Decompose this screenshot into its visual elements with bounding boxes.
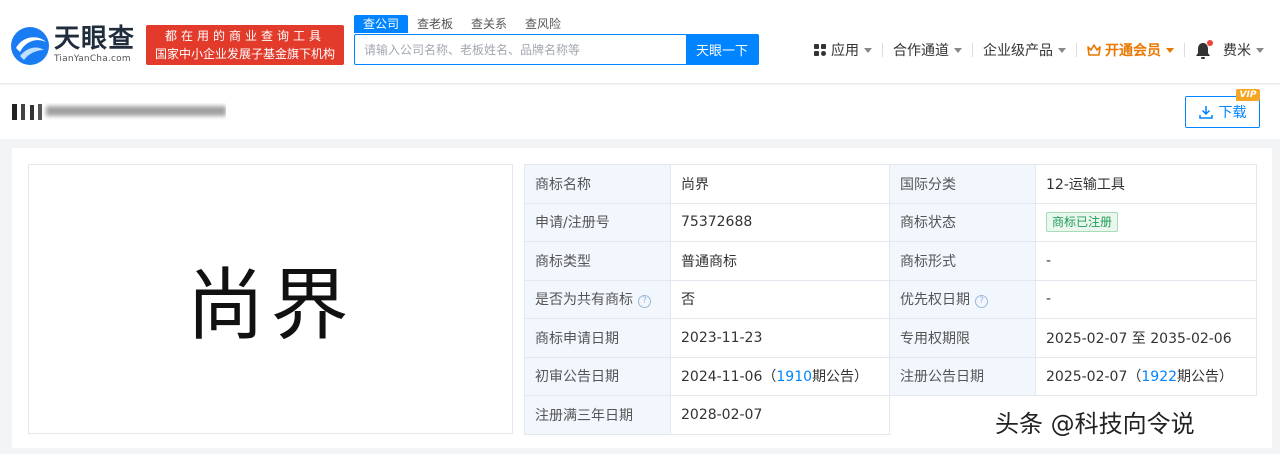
label-reg-announce-date: 注册公告日期 (889, 356, 1036, 396)
value-status: 商标已注册 (1035, 202, 1257, 242)
tab-search-company[interactable]: 查公司 (354, 15, 409, 33)
search-input[interactable] (355, 35, 686, 64)
nav-divider (972, 43, 973, 57)
value-prelim-date: 2024-11-06（1910期公告） (670, 356, 890, 396)
notification-bell-icon[interactable] (1195, 40, 1213, 60)
label-apply-date: 商标申请日期 (524, 318, 671, 358)
slogan-banner: 都在用的商业查询工具 国家中小企业发展子基金旗下机构 (146, 25, 344, 65)
logo-domain: TianYanCha.com (54, 54, 131, 64)
label-shared-text: 是否为共有商标 (535, 292, 633, 309)
value-form: - (1035, 241, 1257, 281)
download-icon (1198, 106, 1213, 119)
nav-channel[interactable]: 合作通道 (893, 40, 962, 60)
prelim-issue-link[interactable]: 1910 (776, 369, 812, 385)
value-three-year-date: 2028-02-07 (670, 395, 890, 435)
nav-enterprise[interactable]: 企业级产品 (983, 40, 1066, 60)
trademark-image[interactable]: 尚界 (28, 164, 513, 434)
search-button[interactable]: 天眼一下 (686, 35, 758, 64)
tab-search-boss[interactable]: 查老板 (408, 15, 462, 33)
logo-eye-icon (11, 27, 49, 65)
company-name-blurred (12, 104, 226, 120)
chevron-down-icon (1256, 47, 1264, 53)
label-reg-number: 申请/注册号 (524, 202, 671, 242)
nav-channel-label: 合作通道 (893, 43, 949, 59)
chevron-down-icon (1166, 47, 1174, 53)
label-status: 商标状态 (889, 202, 1036, 242)
chevron-down-icon (954, 47, 962, 53)
nav-user[interactable]: 费米 (1223, 40, 1264, 60)
logo-text: 天眼查 (54, 24, 136, 54)
label-intl-class: 国际分类 (889, 164, 1036, 204)
status-badge: 商标已注册 (1046, 212, 1119, 233)
value-exclusive-period: 2025-02-07 至 2035-02-06 (1035, 318, 1257, 358)
value-trademark-name: 尚界 (670, 164, 890, 204)
label-exclusive-period: 专用权期限 (889, 318, 1036, 358)
label-type: 商标类型 (524, 241, 671, 281)
help-icon[interactable]: ? (638, 295, 651, 309)
table-row: 初审公告日期 2024-11-06（1910期公告） 注册公告日期 2025-0… (524, 356, 1257, 396)
tab-search-relation[interactable]: 查关系 (462, 15, 516, 33)
chevron-down-icon (1058, 47, 1066, 53)
grid-icon (814, 44, 826, 56)
reg-date-text: 2025-02-07（ (1046, 369, 1142, 386)
top-nav: 应用 合作通道 企业级产品 开通会员 费米 (814, 38, 1264, 62)
nav-vip[interactable]: 开通会员 (1087, 40, 1174, 60)
value-apply-date: 2023-11-23 (670, 318, 890, 358)
search-tabs: 查公司 查老板 查关系 查风险 (354, 15, 570, 33)
table-row: 申请/注册号 75372688 商标状态 商标已注册 (524, 202, 1257, 242)
slogan-line-2: 国家中小企业发展子基金旗下机构 (154, 47, 335, 61)
crown-icon (1087, 44, 1101, 56)
notification-dot (1207, 40, 1213, 46)
value-priority-date: - (1035, 279, 1257, 319)
value-reg-number: 75372688 (670, 202, 890, 242)
value-intl-class: 12-运输工具 (1035, 164, 1257, 204)
table-row: 是否为共有商标? 否 优先权日期? - (524, 279, 1257, 319)
download-label: 下载 (1218, 105, 1247, 121)
value-reg-announce-date: 2025-02-07（1922期公告） (1035, 356, 1257, 396)
prelim-date-text: 2024-11-06（ (681, 369, 777, 386)
label-priority-date: 优先权日期? (889, 279, 1036, 319)
prelim-issue-suffix: 期公告） (812, 369, 869, 386)
label-prelim-date: 初审公告日期 (524, 356, 671, 396)
search-box: 天眼一下 (354, 34, 759, 65)
trademark-info-table: 商标名称 尚界 国际分类 12-运输工具 申请/注册号 75372688 商标状… (524, 164, 1257, 435)
label-form: 商标形式 (889, 241, 1036, 281)
table-row: 商标类型 普通商标 商标形式 - (524, 241, 1257, 281)
vip-badge: VIP (1236, 89, 1260, 101)
nav-user-label: 费米 (1223, 43, 1251, 59)
nav-divider (1184, 43, 1185, 57)
nav-divider (882, 43, 883, 57)
chevron-down-icon (864, 47, 872, 53)
tab-search-risk[interactable]: 查风险 (516, 15, 570, 33)
label-trademark-name: 商标名称 (524, 164, 671, 204)
help-icon[interactable]: ? (975, 295, 988, 309)
slogan-line-1: 都在用的商业查询工具 (164, 29, 325, 43)
reg-issue-suffix: 期公告） (1177, 369, 1234, 386)
trademark-image-text: 尚界 (186, 261, 355, 351)
label-shared: 是否为共有商标? (524, 279, 671, 319)
label-three-year-date: 注册满三年日期 (524, 395, 671, 435)
nav-apps[interactable]: 应用 (814, 40, 872, 60)
tianyancha-logo[interactable]: 天眼查 TianYanCha.com (10, 24, 140, 68)
nav-divider (1076, 43, 1077, 57)
value-shared: 否 (670, 279, 890, 319)
top-header: 天眼查 TianYanCha.com 都在用的商业查询工具 国家中小企业发展子基… (0, 0, 1280, 84)
label-priority-date-text: 优先权日期 (900, 292, 970, 309)
table-row: 商标申请日期 2023-11-23 专用权期限 2025-02-07 至 203… (524, 318, 1257, 358)
nav-vip-label: 开通会员 (1105, 43, 1161, 59)
value-type: 普通商标 (670, 241, 890, 281)
nav-apps-label: 应用 (831, 43, 859, 59)
nav-enterprise-label: 企业级产品 (983, 43, 1053, 59)
watermark: 头条 @科技向令说 (995, 410, 1195, 438)
reg-issue-link[interactable]: 1922 (1141, 369, 1177, 385)
table-row: 商标名称 尚界 国际分类 12-运输工具 (524, 164, 1257, 204)
